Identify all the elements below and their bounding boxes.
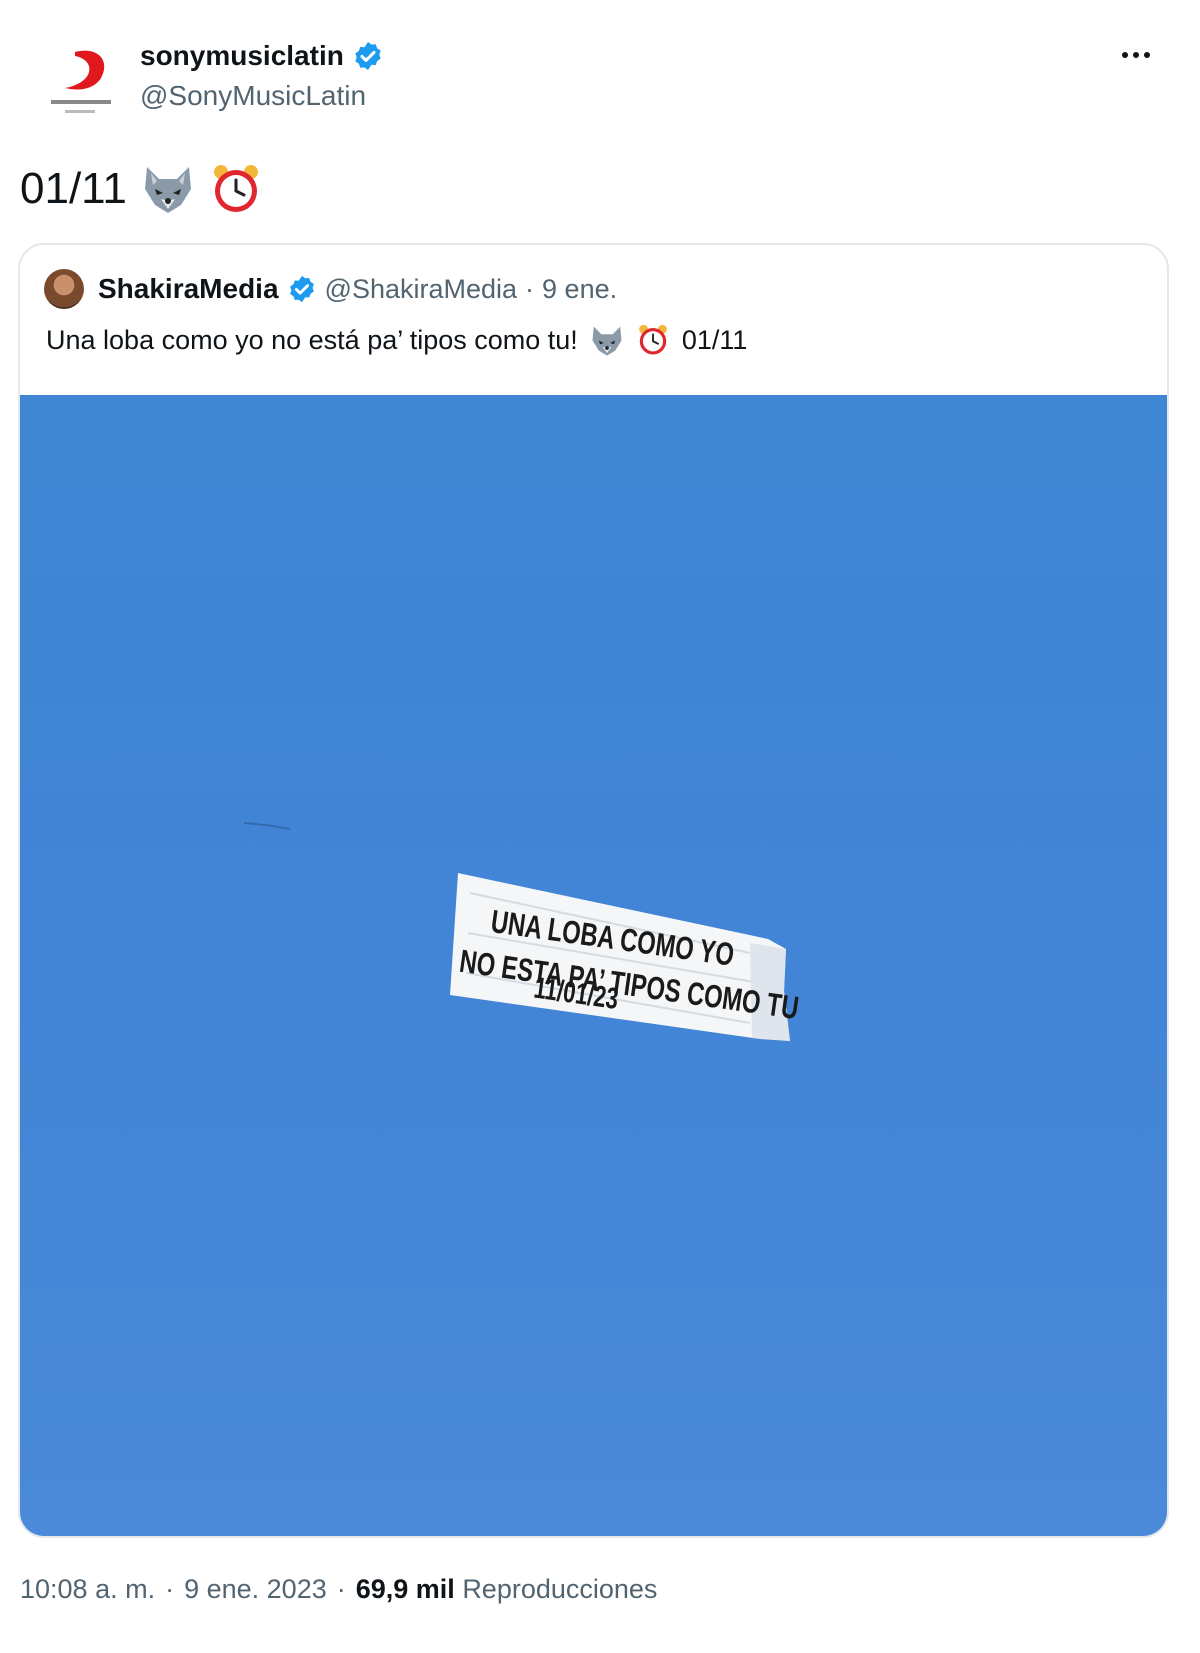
quoted-handle: @ShakiraMedia bbox=[324, 273, 518, 304]
views-count: 69,9 mil bbox=[355, 1574, 455, 1604]
verified-badge-icon bbox=[289, 275, 314, 303]
quoted-date: 9 ene. bbox=[542, 273, 618, 304]
views-label: Reproducciones bbox=[462, 1574, 658, 1604]
display-name[interactable]: sonymusiclatin bbox=[140, 40, 344, 72]
author-names: sonymusiclatin @SonyMusicLatin bbox=[140, 40, 384, 112]
quoted-text-content: Una loba como yo no está pa’ tipos como … bbox=[46, 324, 578, 355]
tweet: sonymusiclatin @SonyMusicLatin 01/11 Sha… bbox=[0, 0, 1200, 1653]
quoted-header: ShakiraMedia @ShakiraMedia · 9 ene. bbox=[44, 269, 617, 309]
display-name-row: sonymusiclatin bbox=[140, 40, 384, 72]
alarm-clock-icon bbox=[638, 324, 667, 355]
quoted-avatar[interactable] bbox=[44, 269, 84, 309]
meta-separator: · bbox=[165, 1574, 175, 1604]
alarm-clock-icon bbox=[213, 165, 258, 212]
verified-badge-icon bbox=[355, 42, 381, 70]
tweet-meta: 10:08 a. m. · 9 ene. 2023 · 69,9 mil Rep… bbox=[20, 1574, 657, 1605]
aerial-banner: UNA LOBA COMO YO NO ESTA PA’ TIPOS COMO … bbox=[450, 873, 801, 1041]
tweet-text: 01/11 bbox=[20, 162, 263, 216]
quoted-display-name: ShakiraMedia bbox=[98, 273, 279, 304]
quoted-separator: · bbox=[525, 273, 535, 304]
quoted-tweet[interactable]: ShakiraMedia @ShakiraMedia · 9 ene. Una … bbox=[18, 243, 1169, 1538]
more-options-icon[interactable] bbox=[1122, 52, 1150, 58]
tweet-time[interactable]: 10:08 a. m. bbox=[20, 1574, 155, 1605]
quoted-photo[interactable]: UNA LOBA COMO YO NO ESTA PA’ TIPOS COMO … bbox=[20, 395, 1167, 1536]
tweet-date[interactable]: 9 ene. 2023 bbox=[184, 1574, 327, 1605]
wolf-icon bbox=[144, 167, 191, 213]
quoted-text: Una loba como yo no está pa’ tipos como … bbox=[46, 323, 747, 357]
sky-banner-photo: UNA LOBA COMO YO NO ESTA PA’ TIPOS COMO … bbox=[243, 822, 801, 1041]
handle[interactable]: @SonyMusicLatin bbox=[140, 80, 384, 112]
avatar[interactable] bbox=[30, 38, 134, 130]
meta-separator: · bbox=[336, 1574, 346, 1604]
quoted-text-suffix: 01/11 bbox=[681, 324, 748, 355]
sony-music-logo-icon bbox=[51, 50, 111, 113]
tweet-text-content: 01/11 bbox=[20, 164, 127, 213]
wolf-icon bbox=[592, 326, 622, 356]
